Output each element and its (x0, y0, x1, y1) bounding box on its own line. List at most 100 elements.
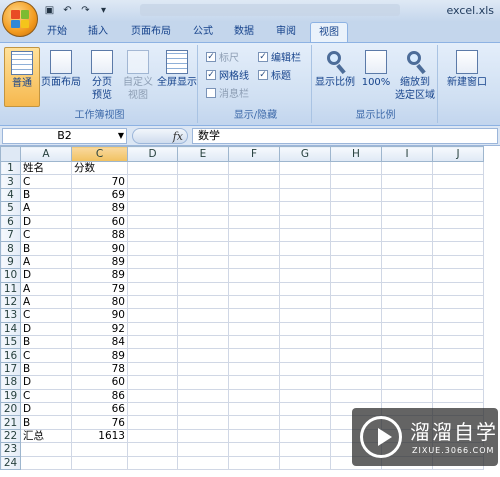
empty-cell[interactable] (330, 294, 382, 310)
row-header[interactable]: 6 (0, 214, 21, 229)
cell-a[interactable]: D (20, 214, 72, 229)
cell-c[interactable]: 69 (71, 187, 128, 203)
cell-c[interactable]: 90 (71, 308, 128, 323)
cell-a[interactable]: A (20, 254, 72, 270)
ruler-checkbox[interactable]: ✓ 标尺 (206, 49, 239, 64)
cell-a[interactable]: D (20, 402, 72, 417)
empty-cell[interactable] (330, 254, 382, 270)
row-header[interactable]: 4 (0, 187, 21, 203)
empty-cell[interactable] (330, 268, 382, 283)
empty-cell[interactable] (177, 268, 229, 283)
empty-cell[interactable] (127, 442, 178, 457)
cell-c[interactable]: 70 (71, 174, 128, 189)
empty-cell[interactable] (279, 321, 331, 337)
cell-c[interactable]: 92 (71, 321, 128, 337)
empty-cell[interactable] (381, 281, 433, 296)
empty-cell[interactable] (228, 254, 280, 270)
empty-cell[interactable] (228, 227, 280, 243)
empty-cell[interactable] (228, 402, 280, 417)
empty-cell[interactable] (279, 415, 331, 430)
empty-cell[interactable] (127, 361, 178, 377)
empty-cell[interactable] (330, 321, 382, 337)
empty-cell[interactable] (228, 361, 280, 377)
row-header[interactable]: 19 (0, 388, 21, 404)
row-header[interactable]: 21 (0, 415, 21, 430)
empty-cell[interactable] (432, 214, 484, 229)
empty-cell[interactable] (381, 375, 433, 390)
empty-cell[interactable] (177, 281, 229, 296)
cell-a[interactable]: B (20, 187, 72, 203)
empty-cell[interactable] (228, 415, 280, 430)
empty-cell[interactable] (330, 308, 382, 323)
row-header[interactable]: 13 (0, 308, 21, 323)
empty-cell[interactable] (127, 415, 178, 430)
row-header[interactable]: 11 (0, 281, 21, 296)
tab-page-layout[interactable]: 页面布局 (122, 22, 180, 42)
column-header[interactable]: H (330, 146, 382, 162)
empty-cell[interactable] (228, 174, 280, 189)
empty-cell[interactable] (177, 294, 229, 310)
empty-cell[interactable] (279, 455, 331, 470)
empty-cell[interactable] (330, 281, 382, 296)
empty-cell[interactable] (127, 308, 178, 323)
cell-c[interactable]: 89 (71, 254, 128, 270)
formula-input[interactable]: 数学 (192, 128, 498, 144)
empty-cell[interactable] (432, 281, 484, 296)
cell-a[interactable]: C (20, 227, 72, 243)
tab-insert[interactable]: 插入 (80, 22, 116, 42)
empty-cell[interactable] (127, 281, 178, 296)
empty-cell[interactable] (127, 321, 178, 337)
cell-a[interactable]: B (20, 335, 72, 350)
empty-cell[interactable] (279, 241, 331, 256)
empty-cell[interactable] (228, 187, 280, 203)
empty-cell[interactable] (228, 308, 280, 323)
empty-cell[interactable] (228, 428, 280, 444)
cell-a[interactable]: B (20, 361, 72, 377)
cell-a[interactable]: A (20, 201, 72, 216)
empty-cell[interactable] (127, 241, 178, 256)
undo-icon[interactable]: ↶ (60, 3, 75, 18)
empty-cell[interactable] (432, 174, 484, 189)
empty-cell[interactable] (127, 428, 178, 444)
empty-cell[interactable] (127, 388, 178, 404)
empty-cell[interactable] (432, 308, 484, 323)
tab-data[interactable]: 数据 (226, 22, 262, 42)
insert-function-icon[interactable]: fx (173, 130, 183, 143)
empty-cell[interactable] (279, 428, 331, 444)
empty-cell[interactable] (381, 348, 433, 363)
row-header[interactable]: 1 (0, 160, 21, 176)
row-header[interactable]: 20 (0, 402, 21, 417)
empty-cell[interactable] (330, 241, 382, 256)
empty-cell[interactable] (432, 160, 484, 176)
empty-cell[interactable] (279, 375, 331, 390)
empty-cell[interactable] (330, 174, 382, 189)
empty-cell[interactable] (279, 348, 331, 363)
normal-view-button[interactable]: 普通 (4, 47, 40, 107)
empty-cell[interactable] (432, 388, 484, 404)
cell-a[interactable] (20, 442, 72, 457)
full-screen-button[interactable]: 全屏显示 (156, 47, 198, 89)
cell-a[interactable]: C (20, 308, 72, 323)
empty-cell[interactable] (228, 201, 280, 216)
empty-cell[interactable] (177, 415, 229, 430)
empty-cell[interactable] (279, 227, 331, 243)
cell-c[interactable]: 79 (71, 281, 128, 296)
empty-cell[interactable] (330, 201, 382, 216)
cell-a[interactable]: C (20, 174, 72, 189)
page-layout-view-button[interactable]: 页面布局 (40, 47, 82, 89)
empty-cell[interactable] (381, 160, 433, 176)
empty-cell[interactable] (177, 335, 229, 350)
empty-cell[interactable] (279, 402, 331, 417)
cell-a[interactable]: B (20, 415, 72, 430)
empty-cell[interactable] (177, 375, 229, 390)
column-header[interactable]: D (127, 146, 178, 162)
cell-a[interactable] (20, 455, 72, 470)
empty-cell[interactable] (330, 227, 382, 243)
zoom-button[interactable]: 显示比例 (314, 47, 356, 89)
empty-cell[interactable] (330, 187, 382, 203)
empty-cell[interactable] (228, 348, 280, 363)
empty-cell[interactable] (381, 174, 433, 189)
column-header[interactable]: I (381, 146, 433, 162)
empty-cell[interactable] (127, 402, 178, 417)
row-header[interactable]: 17 (0, 361, 21, 377)
